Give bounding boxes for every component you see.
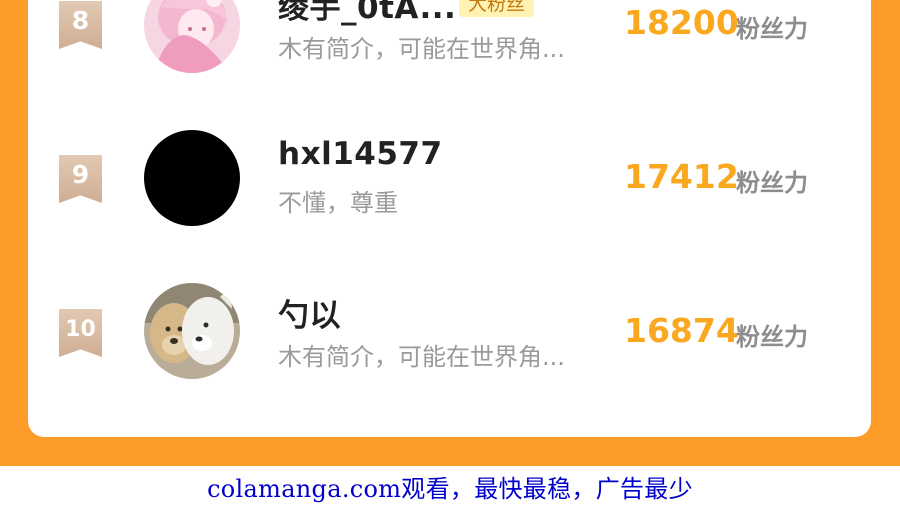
fan-score: 17412 xyxy=(624,157,739,196)
fan-score: 18200 xyxy=(624,3,739,42)
rank-ribbon-8: 8 xyxy=(59,1,102,49)
ranking-row-10[interactable]: 10 勺以 木有简介，可能在世界角... 16874 粉丝力 xyxy=(28,273,871,383)
ranking-card: 8 绫手_0tA... 大粉丝 木有简介，可能在世界角... 18200 粉丝力 xyxy=(28,0,871,437)
user-name[interactable]: 绫手_0tA... xyxy=(278,0,456,27)
anime-girl-avatar[interactable] xyxy=(144,0,240,73)
user-name[interactable]: hxl14577 xyxy=(278,136,443,172)
user-name[interactable]: 勺以 xyxy=(278,290,341,335)
rank-ribbon-9: 9 xyxy=(59,155,102,203)
fan-score-unit: 粉丝力 xyxy=(736,15,808,43)
ranking-frame: 8 绫手_0tA... 大粉丝 木有简介，可能在世界角... 18200 粉丝力 xyxy=(0,0,900,466)
user-bio: 木有简介，可能在世界角... xyxy=(278,343,565,371)
user-bio: 木有简介，可能在世界角... xyxy=(278,35,565,63)
user-bio: 不懂，尊重 xyxy=(278,189,398,217)
fan-score-unit: 粉丝力 xyxy=(736,323,808,351)
fan-score: 16874 xyxy=(624,311,739,350)
site-watermark-footer: colamanga.com观看，最快最稳，广告最少 xyxy=(0,466,900,515)
fan-score-unit: 粉丝力 xyxy=(736,169,808,197)
ranking-row-8[interactable]: 8 绫手_0tA... 大粉丝 木有简介，可能在世界角... 18200 粉丝力 xyxy=(28,0,871,75)
ranking-row-9[interactable]: 9 hxl14577 不懂，尊重 17412 粉丝力 xyxy=(28,119,871,229)
two-dogs-avatar[interactable] xyxy=(144,283,240,379)
rank-ribbon-10: 10 xyxy=(59,309,102,357)
black-circle-avatar[interactable] xyxy=(144,130,240,226)
fan-level-badge: 大粉丝 xyxy=(459,0,535,17)
